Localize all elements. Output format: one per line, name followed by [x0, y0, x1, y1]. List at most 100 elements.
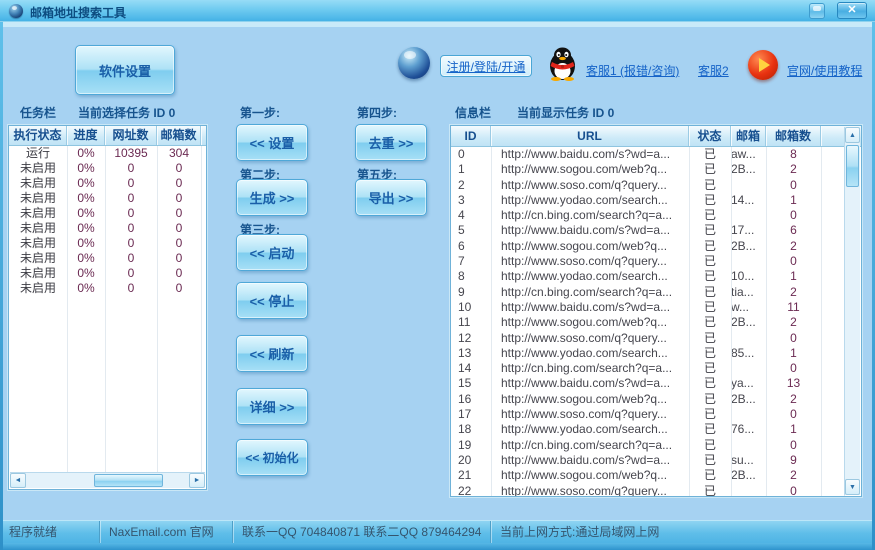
qq-icon[interactable] — [545, 46, 580, 81]
column-header[interactable]: 状态 — [689, 126, 731, 146]
table-cell: http://www.yodao.com/search... — [501, 192, 668, 207]
table-row[interactable]: 15 http://www.baidu.com/s?wd=a... 已 ya... 13 — [451, 376, 845, 391]
column-header[interactable]: ID — [451, 126, 491, 146]
table-cell: 22 — [458, 483, 472, 497]
table-cell: http://www.soso.com/q?query... — [501, 483, 667, 497]
table-cell: 已 — [703, 483, 716, 497]
table-row[interactable]: 2 http://www.soso.com/q?query... 已 0 — [451, 178, 845, 193]
dedupe-button[interactable]: 去重 >> — [355, 124, 427, 161]
stop-button[interactable]: << 停止 — [236, 282, 308, 319]
table-row[interactable]: 6 http://www.sogou.com/web?q... 已 2B... 2 — [451, 239, 845, 254]
table-row[interactable]: 11 http://www.sogou.com/web?q... 已 2B... 2 — [451, 315, 845, 330]
table-cell: 8 — [458, 269, 465, 284]
vertical-scrollbar[interactable]: ▲ ▼ — [844, 127, 860, 495]
detail-button[interactable]: 详细 >> — [236, 388, 308, 425]
table-row[interactable]: 未启用 0% 0 0 — [9, 281, 206, 296]
export-button[interactable]: 导出 >> — [355, 179, 427, 216]
column-header[interactable]: URL — [491, 126, 689, 146]
table-cell: http://www.yodao.com/search... — [501, 422, 668, 437]
table-row[interactable]: 3 http://www.yodao.com/search... 已 14... 1 — [451, 193, 845, 208]
table-row[interactable]: 10 http://www.baidu.com/s?wd=a... 已 w... 11 — [451, 300, 845, 315]
table-cell: 13 — [786, 376, 801, 391]
table-row[interactable]: 未启用 0% 0 0 — [9, 266, 206, 281]
software-settings-button[interactable]: 软件设置 — [75, 45, 175, 95]
table-row[interactable]: 未启用 0% 0 0 — [9, 161, 206, 176]
table-row[interactable]: 21 http://www.sogou.com/web?q... 已 2B... 2 — [451, 468, 845, 483]
scrollbar-thumb[interactable] — [94, 474, 163, 487]
table-row[interactable]: 未启用 0% 0 0 — [9, 206, 206, 221]
step4-label: 第四步: — [357, 106, 397, 120]
table-row[interactable]: 未启用 0% 0 0 — [9, 236, 206, 251]
table-cell: 0% — [77, 206, 95, 220]
table-cell: aw... — [731, 147, 756, 161]
table-cell: 已 — [703, 223, 716, 238]
start-button[interactable]: << 启动 — [236, 234, 308, 271]
table-row[interactable]: 未启用 0% 0 0 — [9, 191, 206, 206]
table-cell: 6 — [458, 238, 465, 253]
titlebar-underline — [0, 22, 875, 27]
table-cell: 14 — [458, 361, 472, 376]
table-row[interactable]: 运行 0% 10395 304 — [9, 146, 206, 161]
table-row[interactable]: 19 http://cn.bing.com/search?q=a... 已 0 — [451, 438, 845, 453]
scroll-left-icon[interactable]: ◄ — [10, 473, 26, 488]
table-cell — [731, 438, 766, 453]
table-row[interactable]: 未启用 0% 0 0 — [9, 176, 206, 191]
refresh-button[interactable]: << 刷新 — [236, 335, 308, 372]
table-cell: 已 — [703, 238, 716, 253]
status-contact-qq: 联系一QQ 704840871 联系二QQ 879464294 — [233, 521, 491, 543]
table-row[interactable]: 12 http://www.soso.com/q?query... 已 0 — [451, 331, 845, 346]
table-row[interactable]: 18 http://www.yodao.com/search... 已 76... 1 — [451, 422, 845, 437]
scroll-down-icon[interactable]: ▼ — [845, 479, 860, 495]
column-header[interactable]: 邮箱数 — [766, 126, 821, 146]
table-row[interactable]: 16 http://www.sogou.com/web?q... 已 2B... 2 — [451, 392, 845, 407]
table-row[interactable]: 未启用 0% 0 0 — [9, 251, 206, 266]
table-row[interactable]: 17 http://www.soso.com/q?query... 已 0 — [451, 407, 845, 422]
table-cell: 4 — [458, 208, 465, 223]
table-row[interactable]: 未启用 0% 0 0 — [9, 221, 206, 236]
table-row[interactable]: 1 http://www.sogou.com/web?q... 已 2B... 2 — [451, 162, 845, 177]
table-cell: 未启用 — [19, 176, 56, 190]
column-header[interactable]: 邮箱 — [731, 126, 766, 146]
horizontal-scrollbar[interactable]: ◄ ► — [10, 472, 205, 488]
table-row[interactable]: 9 http://cn.bing.com/search?q=a... 已 tia...… — [451, 285, 845, 300]
table-cell: 2B... — [731, 391, 756, 406]
register-login-button[interactable]: 注册/登陆/开通 — [440, 55, 532, 77]
table-row[interactable]: 4 http://cn.bing.com/search?q=a... 已 0 — [451, 208, 845, 223]
column-header[interactable]: 邮箱数 — [157, 126, 201, 145]
table-row[interactable]: 5 http://www.baidu.com/s?wd=a... 已 17... 6 — [451, 223, 845, 238]
table-cell: 0 — [127, 251, 135, 265]
column-header[interactable]: 网址数 — [105, 126, 157, 145]
table-cell: 2B... — [731, 238, 756, 253]
scroll-right-icon[interactable]: ► — [189, 473, 205, 488]
table-cell: http://cn.bing.com/search?q=a... — [501, 361, 673, 376]
support2-link[interactable]: 客服2 — [698, 62, 729, 79]
official-site-link[interactable]: 官网/使用教程 — [787, 62, 862, 79]
table-row[interactable]: 0 http://www.baidu.com/s?wd=a... 已 aw... 8 — [451, 147, 845, 162]
table-row[interactable]: 14 http://cn.bing.com/search?q=a... 已 0 — [451, 361, 845, 376]
table-cell: 8 — [790, 147, 797, 161]
setup-button[interactable]: << 设置 — [236, 124, 308, 161]
table-cell: ya... — [731, 376, 754, 391]
support1-link[interactable]: 客服1 (报错/咨询) — [586, 62, 679, 79]
table-row[interactable]: 22 http://www.soso.com/q?query... 已 0 — [451, 483, 845, 497]
generate-button[interactable]: 生成 >> — [236, 179, 308, 216]
table-cell: 10... — [731, 269, 755, 284]
scrollbar-thumb[interactable] — [846, 145, 859, 187]
initialize-button[interactable]: << 初始化 — [236, 439, 308, 476]
table-cell: http://www.baidu.com/s?wd=a... — [501, 452, 671, 467]
table-cell: 304 — [168, 146, 190, 160]
close-button[interactable]: ✕ — [837, 2, 867, 19]
table-cell: 0 — [127, 176, 135, 190]
table-cell: 15 — [458, 376, 472, 391]
play-tutorial-icon[interactable] — [748, 50, 778, 80]
column-header[interactable]: 进度 — [67, 126, 105, 145]
column-header[interactable]: 执行状态 — [9, 126, 67, 145]
status-website[interactable]: NaxEmail.com 官网 — [100, 521, 233, 543]
table-row[interactable]: 13 http://www.yodao.com/search... 已 85... 1 — [451, 346, 845, 361]
minimize-to-tray-button[interactable] — [809, 3, 825, 19]
table-row[interactable]: 8 http://www.yodao.com/search... 已 10... 1 — [451, 269, 845, 284]
table-row[interactable]: 20 http://www.baidu.com/s?wd=a... 已 su... 9 — [451, 453, 845, 468]
scroll-up-icon[interactable]: ▲ — [845, 127, 860, 143]
table-row[interactable]: 7 http://www.soso.com/q?query... 已 0 — [451, 254, 845, 269]
table-cell: 2 — [790, 468, 797, 483]
